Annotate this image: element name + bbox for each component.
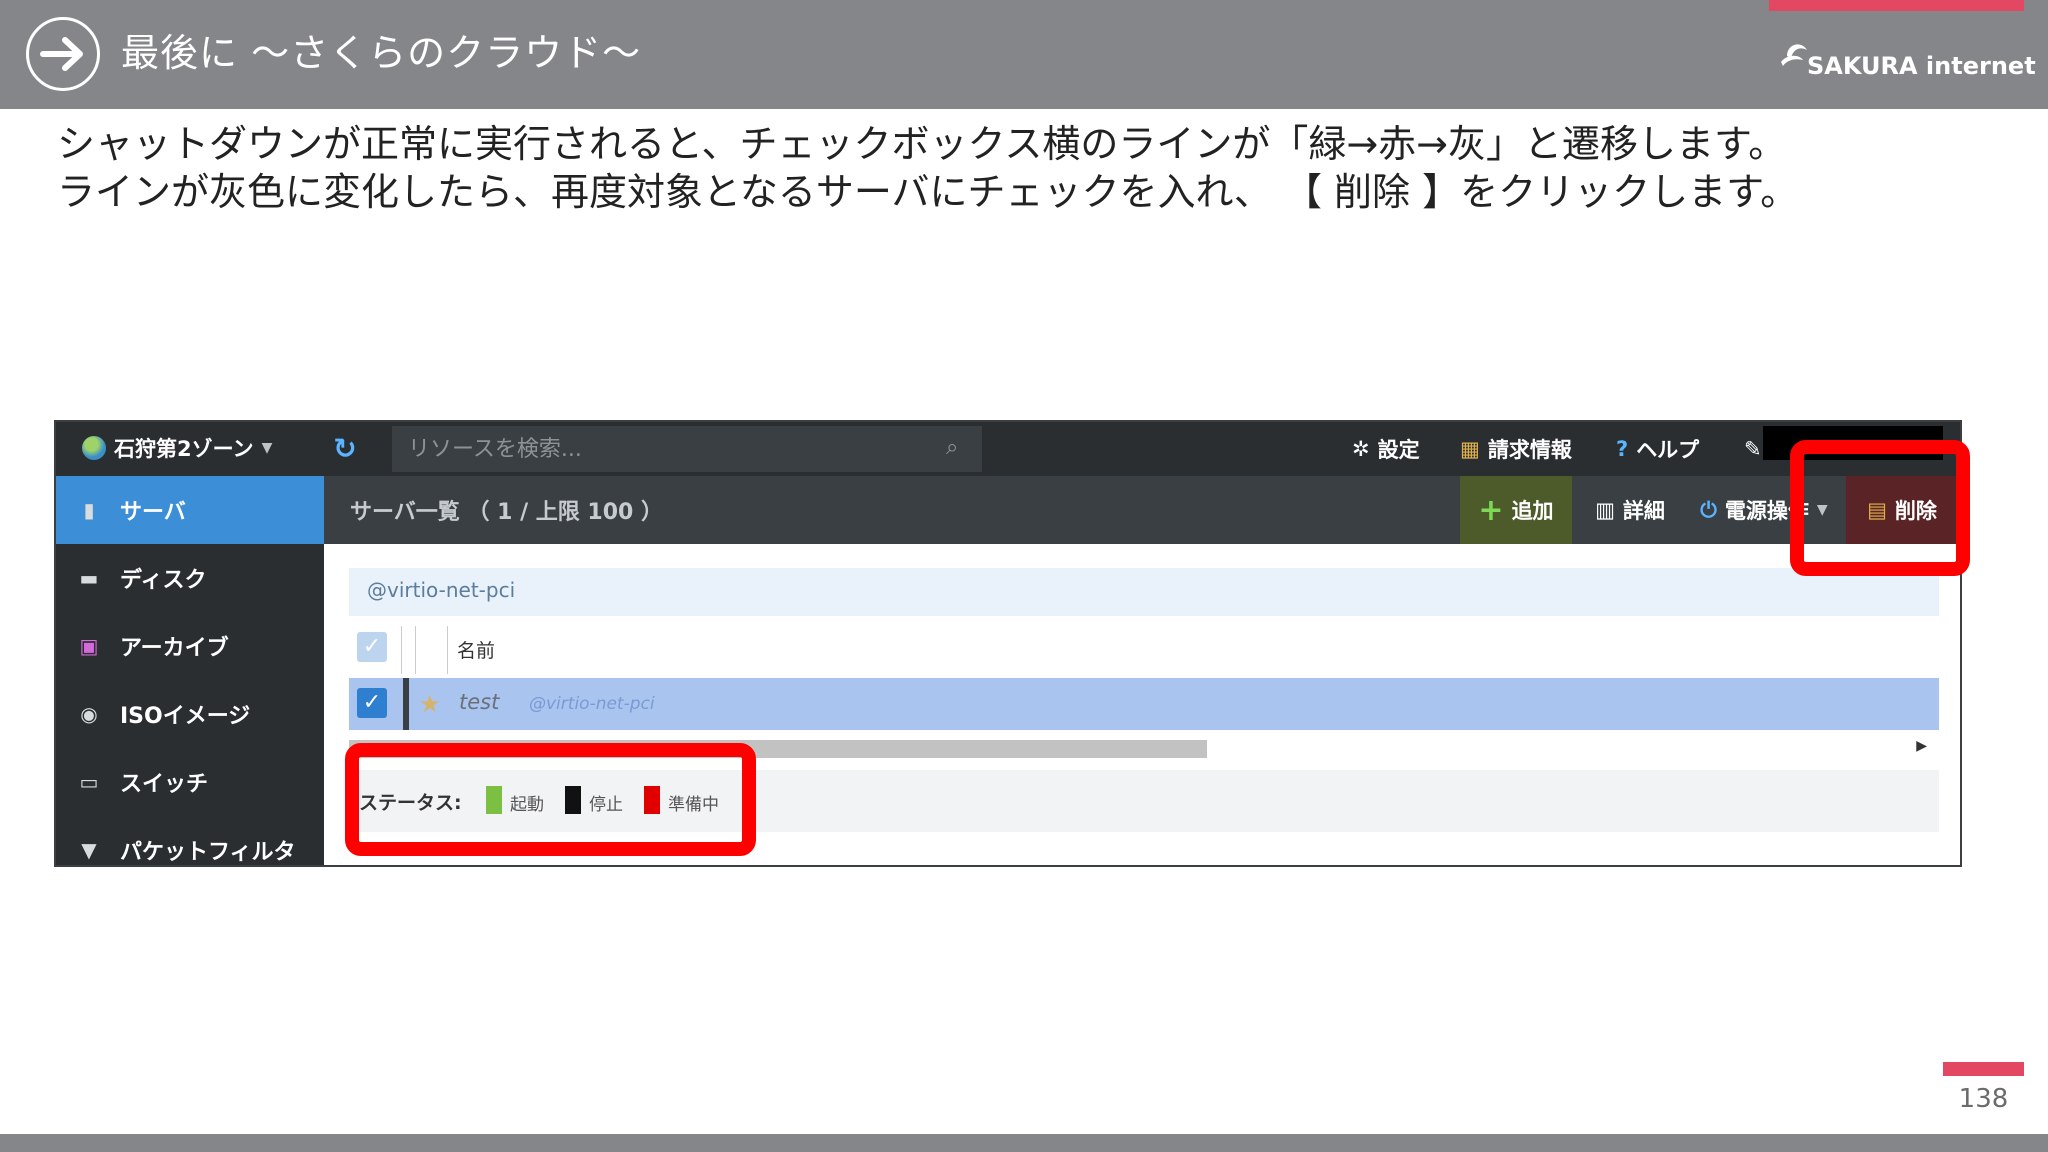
help-icon: ?: [1616, 437, 1629, 461]
sidebar-item-label: ディスク: [120, 568, 207, 593]
scroll-right-icon[interactable]: ▶: [1916, 738, 1927, 754]
page-accent: [1943, 1062, 2024, 1076]
add-button[interactable]: + 追加: [1460, 476, 1572, 544]
page-number: 138: [1958, 1084, 2009, 1114]
slide-title: 最後に ～さくらのクラウド～: [121, 31, 642, 75]
zone-label: 石狩第2ゾーン: [114, 437, 254, 461]
column-header-name[interactable]: 名前: [457, 636, 495, 663]
caret-down-icon: ▼: [261, 440, 273, 456]
star-icon[interactable]: ★: [419, 690, 441, 718]
sidebar-item-archive[interactable]: ▣ アーカイブ: [56, 612, 324, 680]
sidebar-item-label: ISOイメージ: [120, 704, 251, 729]
search-box: ⌕: [392, 426, 982, 472]
console-topbar: 石狩第2ゾーン ▼ ↻ ⌕ ✲ 設定 ▦ 請求情報 ? ヘルプ ✎: [56, 422, 1960, 476]
arrow-right-icon: [26, 17, 100, 91]
description-line-1: シャットダウンが正常に実行されると、チェックボックス横のラインが「緑→赤→灰」と…: [57, 122, 1787, 166]
description: シャットダウンが正常に実行されると、チェックボックス横のラインが「緑→赤→灰」と…: [57, 120, 1977, 216]
sidebar-item-disk[interactable]: ▬ ディスク: [56, 544, 324, 612]
nav-settings[interactable]: ✲ 設定: [1352, 432, 1420, 466]
header-bar: 最後に ～さくらのクラウド～ SAKURA internet: [0, 0, 2048, 109]
book-icon: ▥: [1595, 498, 1615, 522]
select-all-checkbox[interactable]: ✓: [357, 632, 387, 662]
nav-help[interactable]: ? ヘルプ: [1616, 432, 1699, 466]
list-toolbar: サーバ一覧 （ 1 / 上限 100 ） + 追加 ▥ 詳細 ⏻ 電源操作 ▼ …: [324, 476, 1960, 544]
sidebar-item-label: サーバ: [120, 500, 186, 525]
billing-icon: ▦: [1460, 437, 1480, 461]
search-input[interactable]: [392, 426, 932, 472]
highlight-status-legend: [345, 743, 756, 856]
server-tag: @virtio-net-pci: [529, 694, 655, 714]
detail-button[interactable]: ▥ 詳細: [1580, 476, 1680, 544]
disk-icon: ▬: [79, 566, 99, 590]
sidebar-item-filter[interactable]: ▼ パケットフィルタ: [56, 816, 324, 865]
iso-icon: ◉: [80, 702, 98, 726]
add-button-label: 追加: [1511, 499, 1554, 523]
console-screenshot: 石狩第2ゾーン ▼ ↻ ⌕ ✲ 設定 ▦ 請求情報 ? ヘルプ ✎: [54, 420, 1962, 867]
sidebar-item-label: パケットフィルタ: [120, 840, 296, 865]
description-line-2: ラインが灰色に変化したら、再度対象となるサーバにチェックを入れ、 【 削除 】を…: [57, 170, 1799, 214]
sakura-logo: SAKURA internet: [1775, 34, 2036, 84]
sidebar-item-server[interactable]: ▮ サーバ: [56, 476, 324, 544]
column-divider: [415, 626, 416, 674]
detail-button-label: 詳細: [1622, 499, 1665, 523]
column-divider: [447, 626, 448, 674]
table-header-row: ✓ 名前: [349, 620, 1939, 674]
accent-bar: [1769, 0, 2024, 11]
refresh-icon[interactable]: ↻: [328, 432, 362, 466]
zone-selector[interactable]: 石狩第2ゾーン ▼: [82, 430, 272, 466]
sidebar-item-switch[interactable]: ▭ スイッチ: [56, 748, 324, 816]
tag-filter-text: @virtio-net-pci: [367, 578, 516, 602]
gear-icon: ✲: [1352, 437, 1370, 461]
nav-billing[interactable]: ▦ 請求情報: [1460, 432, 1572, 466]
list-title: サーバ一覧 （ 1 / 上限 100 ）: [350, 500, 664, 525]
plus-icon: +: [1478, 492, 1504, 528]
server-icon: ▮: [83, 498, 95, 522]
nav-billing-label: 請求情報: [1487, 438, 1572, 462]
archive-icon: ▣: [79, 634, 99, 658]
sidebar-item-label: スイッチ: [120, 772, 209, 797]
status-line: [403, 678, 409, 730]
switch-icon: ▭: [79, 770, 99, 794]
filter-icon: ▼: [81, 838, 97, 862]
column-divider: [401, 626, 402, 674]
pen-icon[interactable]: ✎: [1744, 432, 1762, 466]
power-icon: ⏻: [1700, 497, 1717, 522]
footer-bar: [0, 1134, 2048, 1152]
row-checkbox[interactable]: ✓: [357, 688, 387, 718]
console-sidebar: ▮ サーバ ▬ ディスク ▣ アーカイブ ◉ ISOイメージ ▭ スイッチ ▼ …: [56, 476, 324, 865]
search-icon[interactable]: ⌕: [946, 436, 970, 460]
server-name: test: [459, 690, 500, 714]
sidebar-item-label: アーカイブ: [120, 636, 229, 661]
highlight-delete-button: [1790, 440, 1970, 576]
nav-help-label: ヘルプ: [1636, 438, 1700, 462]
globe-icon: [82, 436, 106, 460]
logo-text: SAKURA internet: [1807, 52, 2036, 80]
slide: 最後に ～さくらのクラウド～ SAKURA internet シャットダウンが正…: [0, 0, 2048, 1152]
nav-settings-label: 設定: [1377, 438, 1420, 462]
tag-filter-bar[interactable]: @virtio-net-pci: [349, 568, 1939, 616]
sidebar-item-iso[interactable]: ◉ ISOイメージ: [56, 680, 324, 748]
table-row[interactable]: ✓ ★ test @virtio-net-pci: [349, 678, 1939, 730]
